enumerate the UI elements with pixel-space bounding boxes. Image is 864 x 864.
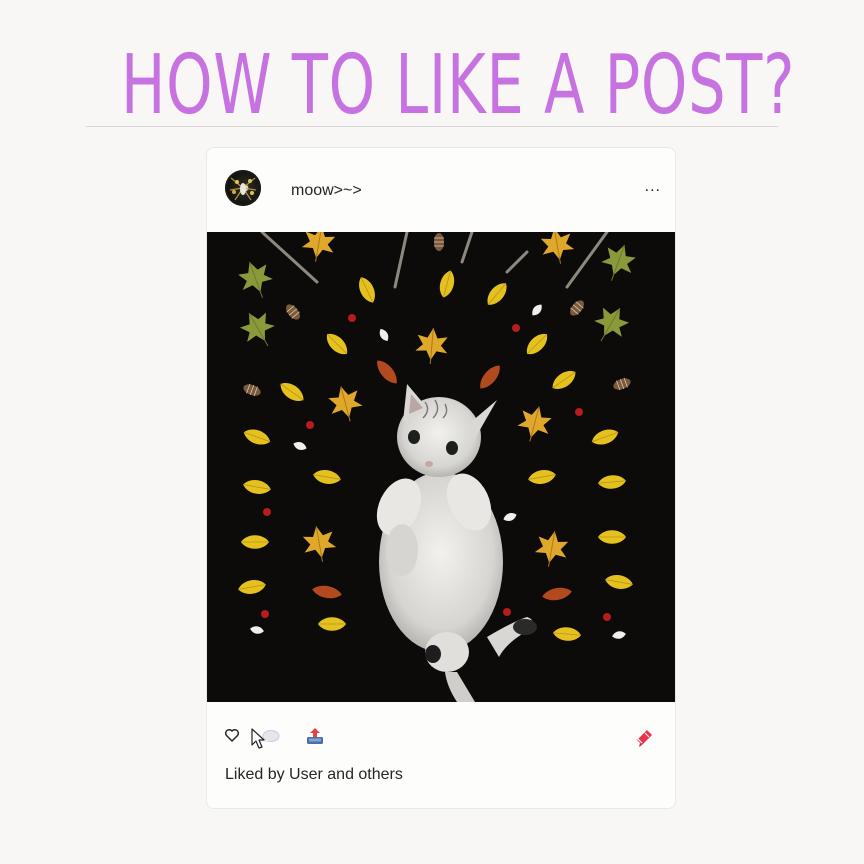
page-title: HOW TO LIKE A POST?	[120, 38, 796, 133]
like-button[interactable]	[223, 726, 245, 748]
bookmark-ribbon-icon	[637, 730, 652, 747]
save-button[interactable]	[633, 726, 655, 748]
more-options-button[interactable]: ...	[645, 178, 661, 196]
kitten-autumn-leaves-photo	[207, 232, 675, 702]
share-tray-icon	[307, 728, 323, 744]
heart-outline-icon	[224, 728, 240, 742]
post-username[interactable]: moow>~>	[291, 182, 362, 200]
avatar[interactable]	[225, 170, 261, 206]
post-card: moow>~> ... Liked by User and others	[206, 147, 676, 809]
share-button[interactable]	[305, 726, 327, 748]
title-divider	[86, 126, 778, 127]
mouse-pointer-icon	[251, 728, 265, 749]
post-header: moow>~> ...	[207, 148, 675, 232]
post-image[interactable]	[207, 232, 675, 702]
post-actions	[207, 718, 675, 758]
likes-summary[interactable]: Liked by User and others	[225, 766, 403, 784]
